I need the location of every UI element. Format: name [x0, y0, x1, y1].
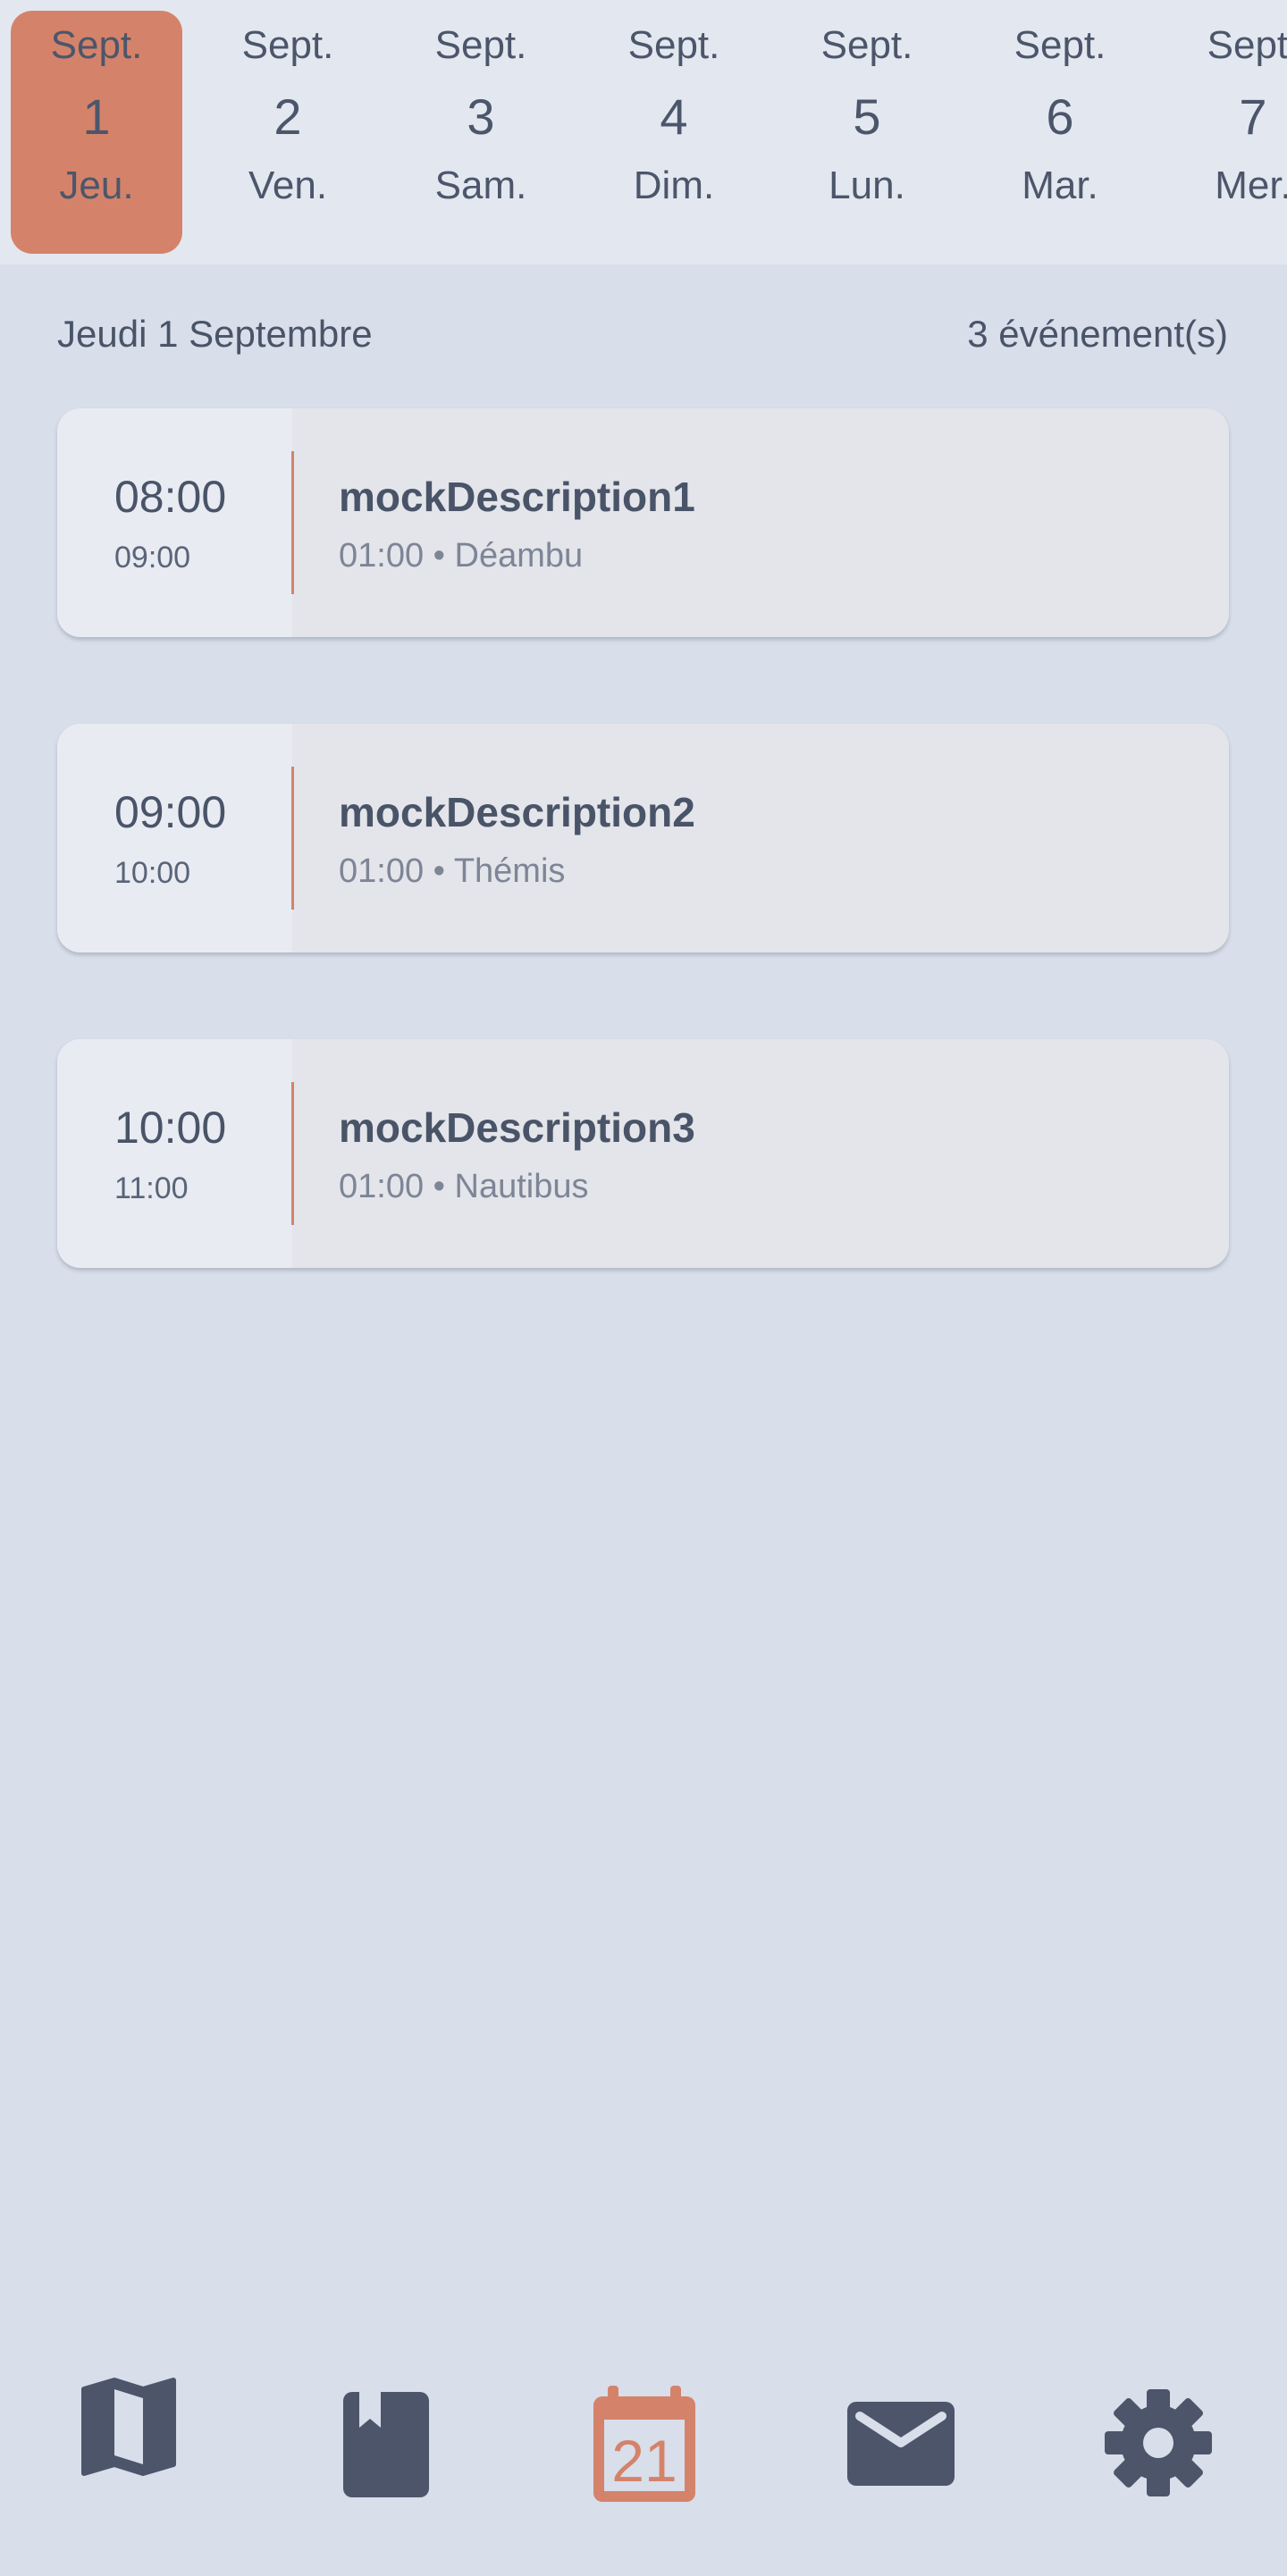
day-4[interactable]: Sept. 4 Dim.: [588, 11, 760, 254]
day-weekday: Jeu.: [59, 164, 134, 207]
event-title: mockDescription2: [339, 789, 695, 835]
event-card[interactable]: 09:00 10:00 mockDescription2 01:00 • Thé…: [57, 724, 1229, 952]
event-start-time: 09:00: [114, 787, 227, 837]
day-weekday: Lun.: [829, 164, 905, 207]
event-times: 10:00 11:00: [57, 1039, 292, 1268]
day-month: Sept.: [627, 23, 720, 67]
day-6[interactable]: Sept. 6 Mar.: [974, 11, 1146, 254]
day-5[interactable]: Sept. 5 Lun.: [781, 11, 953, 254]
day-month: Sept.: [50, 23, 143, 67]
event-title: mockDescription1: [339, 474, 695, 520]
event-meta: 01:00 • Déambu: [339, 537, 584, 575]
day-1[interactable]: Sept. 1 Jeu.: [11, 11, 182, 254]
event-card[interactable]: 08:00 09:00 mockDescription1 01:00 • Déa…: [57, 408, 1229, 637]
event-count: 3 événement(s): [967, 313, 1228, 355]
event-divider: [291, 767, 294, 910]
event-meta: 01:00 • Nautibus: [339, 1168, 589, 1205]
event-start-time: 08:00: [114, 472, 227, 522]
day-2[interactable]: Sept. 2 Ven.: [202, 11, 374, 254]
mail-icon[interactable]: [845, 2400, 956, 2492]
day-month: Sept.: [241, 23, 334, 67]
day-number: 2: [273, 88, 302, 145]
day-number: 3: [467, 88, 495, 145]
event-times: 09:00 10:00: [57, 724, 292, 952]
day-weekday: Mer.: [1215, 164, 1287, 207]
day-weekday: Sam.: [434, 164, 527, 207]
day-weekday: Mar.: [1022, 164, 1098, 207]
settings-icon[interactable]: [1103, 2387, 1214, 2503]
day-month: Sept.: [1014, 23, 1106, 67]
day-number: 4: [660, 88, 688, 145]
event-end-time: 10:00: [114, 856, 191, 890]
date-strip: Sept. 1 Jeu. Sept. 2 Ven. Sept. 3 Sam. S…: [0, 0, 1287, 264]
calendar-icon[interactable]: 21: [590, 2384, 699, 2510]
day-month: Sept.: [820, 23, 913, 67]
map-icon[interactable]: [79, 2377, 179, 2481]
event-meta: 01:00 • Thémis: [339, 852, 566, 890]
day-number: 6: [1046, 88, 1074, 145]
day-month: Sept.: [434, 23, 527, 67]
event-card[interactable]: 10:00 11:00 mockDescription3 01:00 • Nau…: [57, 1039, 1229, 1268]
event-divider: [291, 1082, 294, 1225]
day-number: 1: [82, 88, 111, 145]
event-end-time: 09:00: [114, 541, 191, 575]
book-icon[interactable]: [341, 2390, 431, 2504]
selected-date-label: Jeudi 1 Septembre: [57, 313, 373, 355]
event-end-time: 11:00: [114, 1171, 189, 1205]
day-3[interactable]: Sept. 3 Sam.: [395, 11, 567, 254]
day-summary: Jeudi 1 Septembre 3 événement(s): [57, 313, 1228, 356]
day-weekday: Ven.: [248, 164, 328, 207]
event-start-time: 10:00: [114, 1103, 227, 1153]
event-divider: [291, 451, 294, 594]
calendar-day-label: 21: [611, 2428, 677, 2494]
day-weekday: Dim.: [633, 164, 715, 207]
event-times: 08:00 09:00: [57, 408, 292, 637]
day-number: 7: [1239, 88, 1267, 145]
day-month: Sept.: [1207, 23, 1287, 67]
day-7[interactable]: Sept. 7 Mer.: [1167, 11, 1287, 254]
event-title: mockDescription3: [339, 1104, 695, 1151]
day-number: 5: [853, 88, 881, 145]
